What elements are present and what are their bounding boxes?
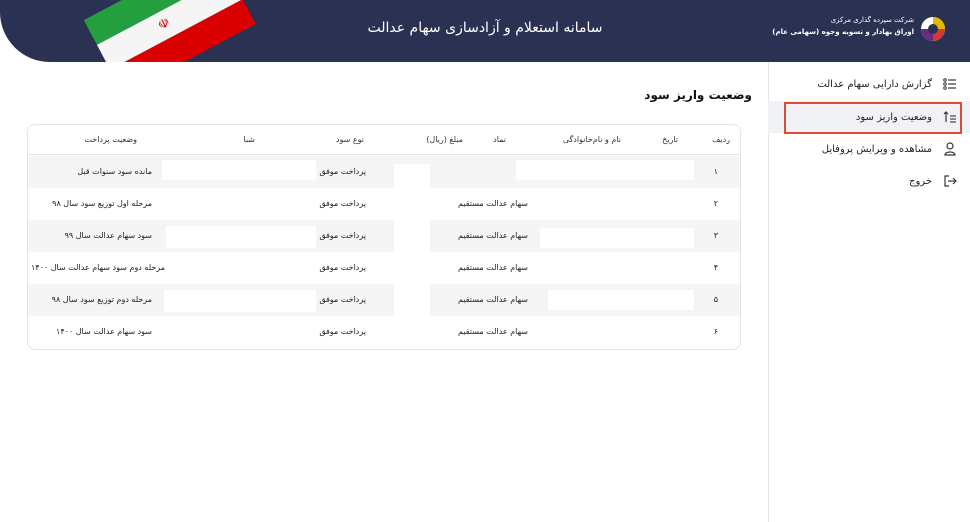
sidebar-item-dividend-status[interactable]: وضعیت واریز سود [768,101,970,134]
table-row: ۳ سهام عدالت مستقیم پرداخت موفق سود سهام… [28,220,740,252]
cell-symbol: سهام عدالت مستقیم [458,231,528,240]
cell-dividend-type: پرداخت موفق [319,327,366,336]
cell-payment-status: مرحله اول توزیع سود سال ۹۸ [52,199,152,208]
column-header-symbol: نماد [493,135,506,144]
cell-row-number: ۱ [713,167,718,176]
cell-row-number: ۶ [713,327,718,336]
sidebar-item-profile[interactable]: مشاهده و ویرایش پروفایل [768,133,970,165]
cell-payment-status: مانده سود سنوات قبل [77,167,152,176]
sidebar-item-label: خروج [909,175,932,187]
dividend-table: ردیف تاریخ نام و نام‌خانوادگی نماد مبلغ … [27,124,741,350]
company-logo-text: شرکت سپرده گذاری مرکزی اوراق بهادار و تس… [772,16,914,36]
table-row: ۲ سهام عدالت مستقیم پرداخت موفق مرحله او… [28,188,740,220]
focus-highlight [784,102,962,134]
column-header-row-number: ردیف [712,135,730,144]
redacted-cell [166,226,316,248]
cell-symbol: سهام عدالت مستقیم [458,263,528,272]
cell-dividend-type: پرداخت موفق [319,231,366,240]
cell-symbol: سهام عدالت مستقیم [458,327,528,336]
table-row: ۱ پرداخت موفق مانده سود سنوات قبل [28,156,740,188]
redacted-cell [394,284,430,316]
page-title: وضعیت واریز سود [644,88,752,102]
user-icon [942,141,958,157]
redacted-cell [540,228,694,248]
logout-icon [942,173,958,189]
cell-row-number: ۵ [713,295,718,304]
cell-payment-status: سود سهام عدالت سال ۹۹ [64,231,152,240]
column-header-sheba: شبا [243,135,255,144]
redacted-cell [162,160,316,180]
sidebar-item-asset-report[interactable]: گزارش دارایی سهام عدالت [768,68,970,100]
redacted-cell [394,220,430,252]
sidebar-item-logout[interactable]: خروج [768,165,970,197]
sidebar-item-label: گزارش دارایی سهام عدالت [817,78,932,90]
company-logo-icon [921,17,945,41]
redacted-cell [394,164,430,188]
sidebar: گزارش دارایی سهام عدالت وضعیت واریز سود … [768,62,970,522]
cell-payment-status: مرحله دوم سود سهام عدالت سال ۱۴۰۰ [30,263,165,272]
cell-dividend-type: پرداخت موفق [319,263,366,272]
redacted-cell [548,290,694,310]
cell-dividend-type: پرداخت موفق [319,199,366,208]
cell-dividend-type: پرداخت موفق [319,167,366,176]
column-header-full-name: نام و نام‌خانوادگی [562,135,621,144]
table-row: ۶ سهام عدالت مستقیم پرداخت موفق سود سهام… [28,316,740,348]
column-header-amount: مبلغ (ریال) [426,135,463,144]
cell-row-number: ۳ [713,231,718,240]
app-header: ☫ سامانه استعلام و آزادسازی سهام عدالت ش… [0,0,970,62]
table-header: ردیف تاریخ نام و نام‌خانوادگی نماد مبلغ … [28,125,740,155]
redacted-cell [516,160,694,180]
column-header-payment-status: وضعیت پرداخت [84,135,137,144]
cell-row-number: ۲ [713,199,718,208]
column-header-dividend-type: نوع سود [335,135,364,144]
cell-payment-status: سود سهام عدالت سال ۱۴۰۰ [56,327,152,336]
table-row: ۴ سهام عدالت مستقیم پرداخت موفق مرحله دو… [28,252,740,284]
cell-dividend-type: پرداخت موفق [319,295,366,304]
list-icon [942,76,958,92]
cell-payment-status: مرحله دوم توزیع سود سال ۹۸ [51,295,152,304]
cell-symbol: سهام عدالت مستقیم [458,295,528,304]
table-row: ۵ سهام عدالت مستقیم پرداخت موفق مرحله دو… [28,284,740,316]
cell-row-number: ۴ [713,263,718,272]
cell-symbol: سهام عدالت مستقیم [458,199,528,208]
redacted-cell [164,290,316,312]
column-header-date: تاریخ [662,135,678,144]
sidebar-item-label: مشاهده و ویرایش پروفایل [821,143,932,155]
